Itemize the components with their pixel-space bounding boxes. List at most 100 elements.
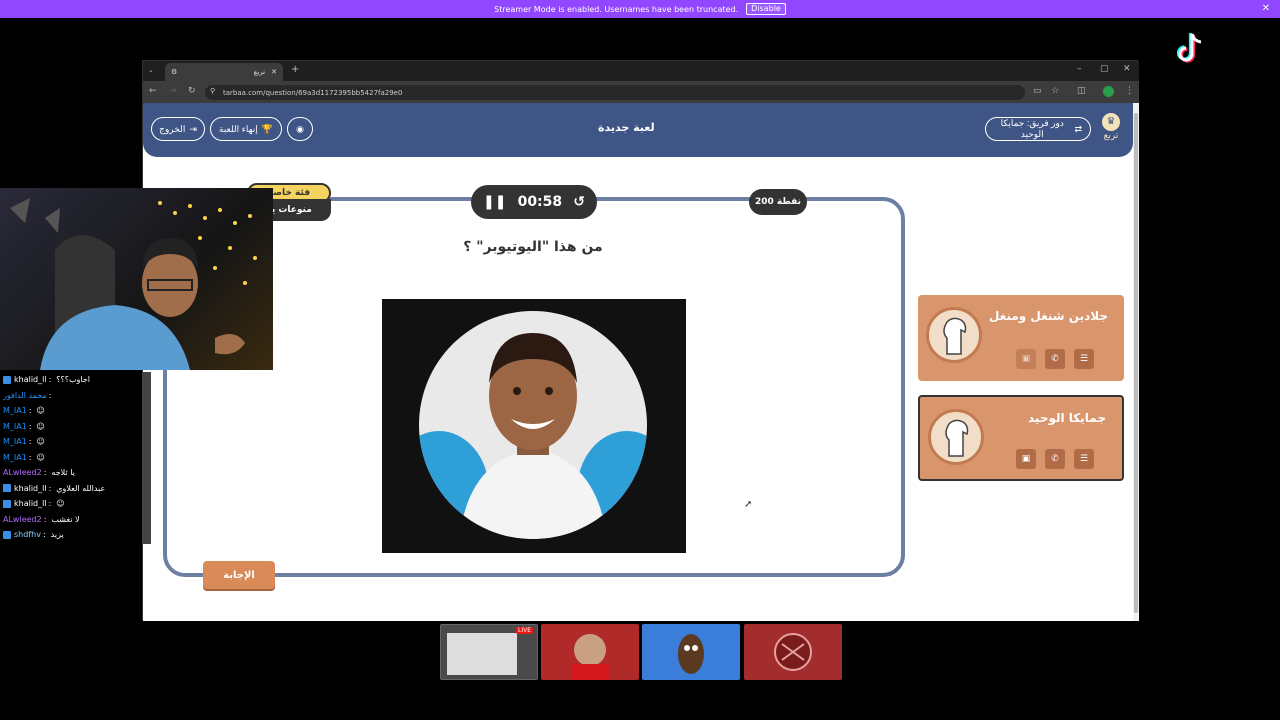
exit-label: الخروج (159, 123, 186, 134)
chat-username[interactable]: M_IA1 (3, 406, 27, 415)
chat-username[interactable]: M_IA1 (3, 422, 27, 431)
end-game-button[interactable]: إنهاء اللعبة 🏆 (210, 117, 282, 141)
chat-message: M_IA1 : ☺ (0, 403, 150, 419)
live-badge: LIVE (515, 627, 533, 634)
page-scrollbar[interactable] (1133, 103, 1139, 621)
exit-icon: ⇥ (189, 123, 197, 134)
close-icon[interactable]: ✕ (1262, 3, 1270, 14)
scene-thumbnail-player[interactable] (541, 624, 639, 680)
url-input[interactable]: ⚲ tarbaa.com/question/69a3d1172395bb5427… (205, 85, 1025, 100)
page-title: لعبة جديدة (598, 121, 655, 134)
chat-separator: : (42, 530, 46, 540)
phone-lifeline-icon[interactable]: ✆ (1045, 449, 1065, 469)
url-text: tarbaa.com/question/69a3d1172395bb5427fa… (223, 88, 403, 97)
chat-separator: : (28, 421, 32, 431)
scrollbar-thumb[interactable] (1134, 113, 1138, 613)
tab-strip: ⌄ ⚙ تربع ✕ + – ▢ ✕ (143, 61, 1139, 81)
chat-separator: : (28, 452, 32, 462)
turn-indicator[interactable]: دور فريق: جمايكا الوحيد ⇄ (985, 117, 1091, 141)
palette-button[interactable]: ◉ (287, 117, 313, 141)
turn-label: دور فريق: جمايكا الوحيد (1000, 118, 1064, 139)
timer: ❚❚ 00:58 ↺ (471, 185, 597, 219)
chat-username[interactable]: shdfhv (14, 530, 41, 539)
chat-text: عبدالله العلاوي (56, 483, 106, 493)
chat-separator: : (48, 499, 52, 509)
trophy-icon: 🏆 (261, 123, 273, 134)
chat-username[interactable]: khalid_ll (14, 375, 47, 384)
new-tab-icon[interactable]: + (291, 64, 299, 75)
chat-separator: : (48, 390, 52, 400)
chat-text: اجاوب؟؟؟ (56, 375, 91, 385)
tab-search-icon[interactable]: ⌄ (148, 66, 154, 74)
chat-scrollbar[interactable] (142, 372, 151, 544)
team-name: جلادين شنغل ومنغل (988, 309, 1108, 323)
chat-message: khalid_ll : اجاوب؟؟؟ (0, 372, 150, 388)
mouse-cursor-icon: ➚ (744, 499, 753, 510)
chat-message: shdfhv : يزيد (0, 527, 150, 543)
chat-badge-icon (3, 499, 11, 508)
site-info-icon[interactable]: ⚲ (210, 87, 215, 95)
chat-message: ALwleed2 : يا ثلاجه (0, 465, 150, 481)
chat-username[interactable]: ALwleed2 (3, 468, 42, 477)
chat-text: يا ثلاجه (51, 468, 75, 478)
list-lifeline-icon[interactable]: ☰ (1074, 349, 1094, 369)
horse-avatar-icon (928, 409, 984, 465)
chat-badge-icon (3, 484, 11, 493)
chat-message: محمد الدافور : (0, 388, 150, 404)
disable-button[interactable]: Disable (746, 3, 786, 15)
extensions-icon[interactable]: ◫ (1077, 86, 1086, 96)
forward-icon[interactable]: → (169, 86, 177, 96)
webcam-overlay (0, 188, 273, 370)
points-badge: 200 نقطة (749, 189, 807, 215)
address-bar: ← → ↻ ⚲ tarbaa.com/question/69a3d1172395… (143, 81, 1139, 103)
photo-lifeline-icon[interactable]: ▣ (1016, 449, 1036, 469)
scene-thumbnail-character[interactable] (642, 624, 740, 680)
chat-message: khalid_ll : ☺ (0, 496, 150, 512)
scene-thumbnail-screen[interactable]: LIVE (440, 624, 538, 680)
chat-message: M_IA1 : ☺ (0, 450, 150, 466)
chat-separator: : (28, 406, 32, 416)
chat-separator: : (48, 375, 52, 385)
bookmark-star-icon[interactable]: ☆ (1051, 86, 1059, 96)
chat-text: ☺ (56, 499, 65, 509)
chat-text: لا تغشب (51, 514, 80, 524)
chat-username[interactable]: ALwleed2 (3, 515, 42, 524)
browser-window: ⌄ ⚙ تربع ✕ + – ▢ ✕ ← → ↻ ⚲ tarbaa.com/qu… (142, 60, 1139, 621)
horse-avatar-icon (926, 307, 982, 363)
chat-text: ☺ (36, 452, 45, 462)
cast-icon[interactable]: ▭ (1033, 86, 1042, 96)
palette-icon: ◉ (296, 123, 304, 134)
browser-tab[interactable]: ⚙ تربع ✕ (165, 63, 283, 81)
settings-icon: ⚙ (171, 68, 178, 76)
reload-icon[interactable]: ↻ (188, 86, 196, 96)
pause-icon[interactable]: ❚❚ (483, 194, 506, 210)
answer-button[interactable]: الإجابة (203, 561, 275, 589)
maximize-icon[interactable]: ▢ (1100, 64, 1109, 74)
scene-thumbnail-logo[interactable] (744, 624, 842, 680)
chat-text: ☺ (36, 406, 45, 416)
chat-username[interactable]: khalid_ll (14, 484, 47, 493)
chat-username[interactable]: khalid_ll (14, 499, 47, 508)
app-header: الخروج ⇥ إنهاء اللعبة 🏆 ◉ لعبة جديدة دور… (143, 103, 1133, 157)
menu-icon[interactable]: ⋮ (1125, 86, 1134, 96)
photo-lifeline-icon[interactable]: ▣ (1016, 349, 1036, 369)
chat-username[interactable]: M_IA1 (3, 453, 27, 462)
phone-lifeline-icon[interactable]: ✆ (1045, 349, 1065, 369)
streamer-mode-banner: Streamer Mode is enabled. Usernames have… (0, 0, 1280, 18)
chat-username[interactable]: محمد الدافور (3, 391, 47, 400)
site-logo[interactable]: ♛ تربع (1098, 113, 1124, 147)
minimize-icon[interactable]: – (1077, 64, 1082, 74)
reset-timer-icon[interactable]: ↺ (573, 194, 585, 210)
chat-username[interactable]: M_IA1 (3, 437, 27, 446)
back-icon[interactable]: ← (149, 86, 157, 96)
exit-button[interactable]: الخروج ⇥ (151, 117, 205, 141)
tab-title: تربع (253, 68, 266, 76)
chat-text: ☺ (36, 437, 45, 447)
chat-message: M_IA1 : ☺ (0, 434, 150, 450)
chat-message: ALwleed2 : لا تغشب (0, 512, 150, 528)
banner-text: Streamer Mode is enabled. Usernames have… (494, 4, 739, 14)
profile-avatar[interactable] (1103, 86, 1114, 97)
list-lifeline-icon[interactable]: ☰ (1074, 449, 1094, 469)
close-window-icon[interactable]: ✕ (1123, 64, 1131, 74)
tab-close-icon[interactable]: ✕ (271, 68, 277, 76)
